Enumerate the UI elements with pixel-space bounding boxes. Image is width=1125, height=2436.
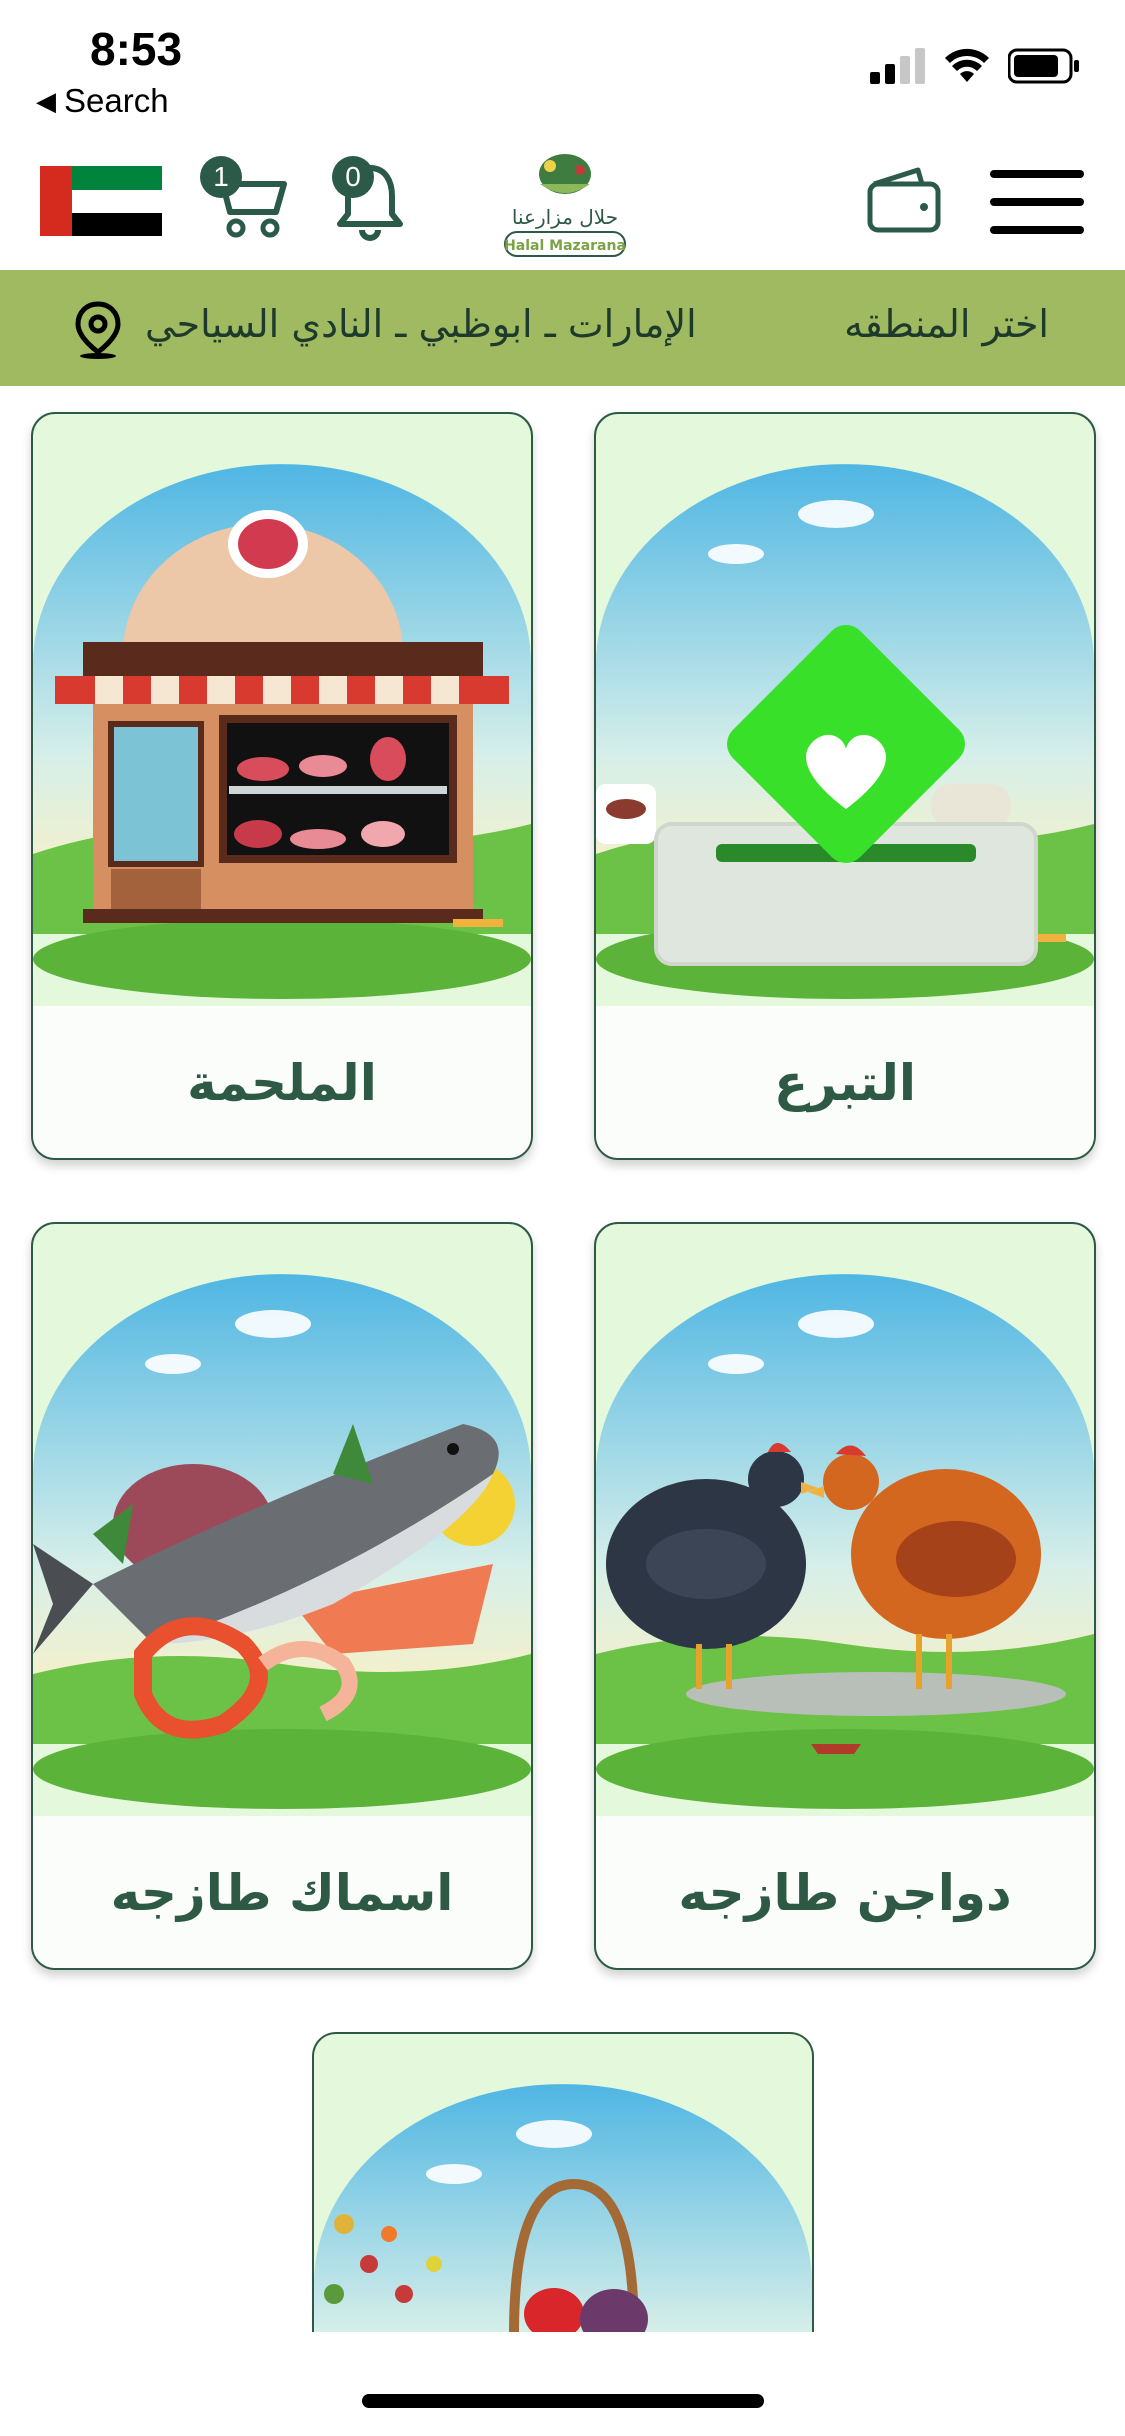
location-value: الإمارات ـ ابوظبي ـ النادي السياحي xyxy=(145,302,697,346)
seafood-icon xyxy=(33,1274,531,1809)
category-label: اسماك طازجه xyxy=(110,1864,454,1922)
location-label: اختر المنطقه xyxy=(844,302,1049,346)
category-card-vegetables[interactable] xyxy=(312,2032,814,2332)
back-arrow-icon: ◀ xyxy=(36,85,56,116)
category-card-donation[interactable]: التبرع xyxy=(594,412,1096,1160)
notification-count-badge: 0 xyxy=(332,156,374,198)
cart-button[interactable]: 1 xyxy=(198,154,288,240)
category-label: الملحمة xyxy=(187,1054,377,1112)
uae-flag-icon[interactable] xyxy=(40,166,162,236)
logo-arabic-text: حلال مزارعنا xyxy=(512,205,618,229)
logo-english-text: Halal Mazarana xyxy=(504,238,626,254)
wallet-icon[interactable] xyxy=(866,166,942,234)
location-selector[interactable]: اختر المنطقه الإمارات ـ ابوظبي ـ النادي … xyxy=(0,270,1125,386)
donation-box-icon xyxy=(596,464,1094,999)
wifi-icon xyxy=(945,48,989,82)
home-indicator[interactable] xyxy=(362,2394,764,2408)
location-pin-icon xyxy=(75,301,121,359)
battery-icon xyxy=(1008,48,1079,84)
category-label-area: التبرع xyxy=(596,1006,1094,1158)
category-label-area: الملحمة xyxy=(33,1006,531,1158)
chickens-icon xyxy=(596,1274,1094,1809)
category-label: التبرع xyxy=(774,1054,916,1112)
category-label-area: اسماك طازجه xyxy=(33,1816,531,1968)
status-indicators xyxy=(870,48,1080,84)
notifications-button[interactable]: 0 xyxy=(330,154,410,244)
hamburger-menu-icon[interactable] xyxy=(990,170,1084,234)
cart-count-badge: 1 xyxy=(200,156,242,198)
vegetables-basket-icon xyxy=(314,2084,812,2332)
app-header: 1 0 حلال مزارعنا Halal Mazarana xyxy=(0,140,1125,270)
category-card-seafood[interactable]: اسماك طازجه xyxy=(31,1222,533,1970)
status-time: 8:53 xyxy=(90,23,183,75)
category-label-area: دواجن طازجه xyxy=(596,1816,1094,1968)
signal-icon xyxy=(870,48,925,84)
category-card-butcher[interactable]: الملحمة xyxy=(31,412,533,1160)
back-to-search-link[interactable]: ◀ Search xyxy=(36,82,169,120)
back-label: Search xyxy=(64,82,169,119)
butcher-shop-icon xyxy=(33,464,531,999)
category-card-poultry[interactable]: دواجن طازجه xyxy=(594,1222,1096,1970)
app-logo: حلال مزارعنا Halal Mazarana xyxy=(504,154,626,257)
category-label: دواجن طازجه xyxy=(678,1864,1012,1922)
